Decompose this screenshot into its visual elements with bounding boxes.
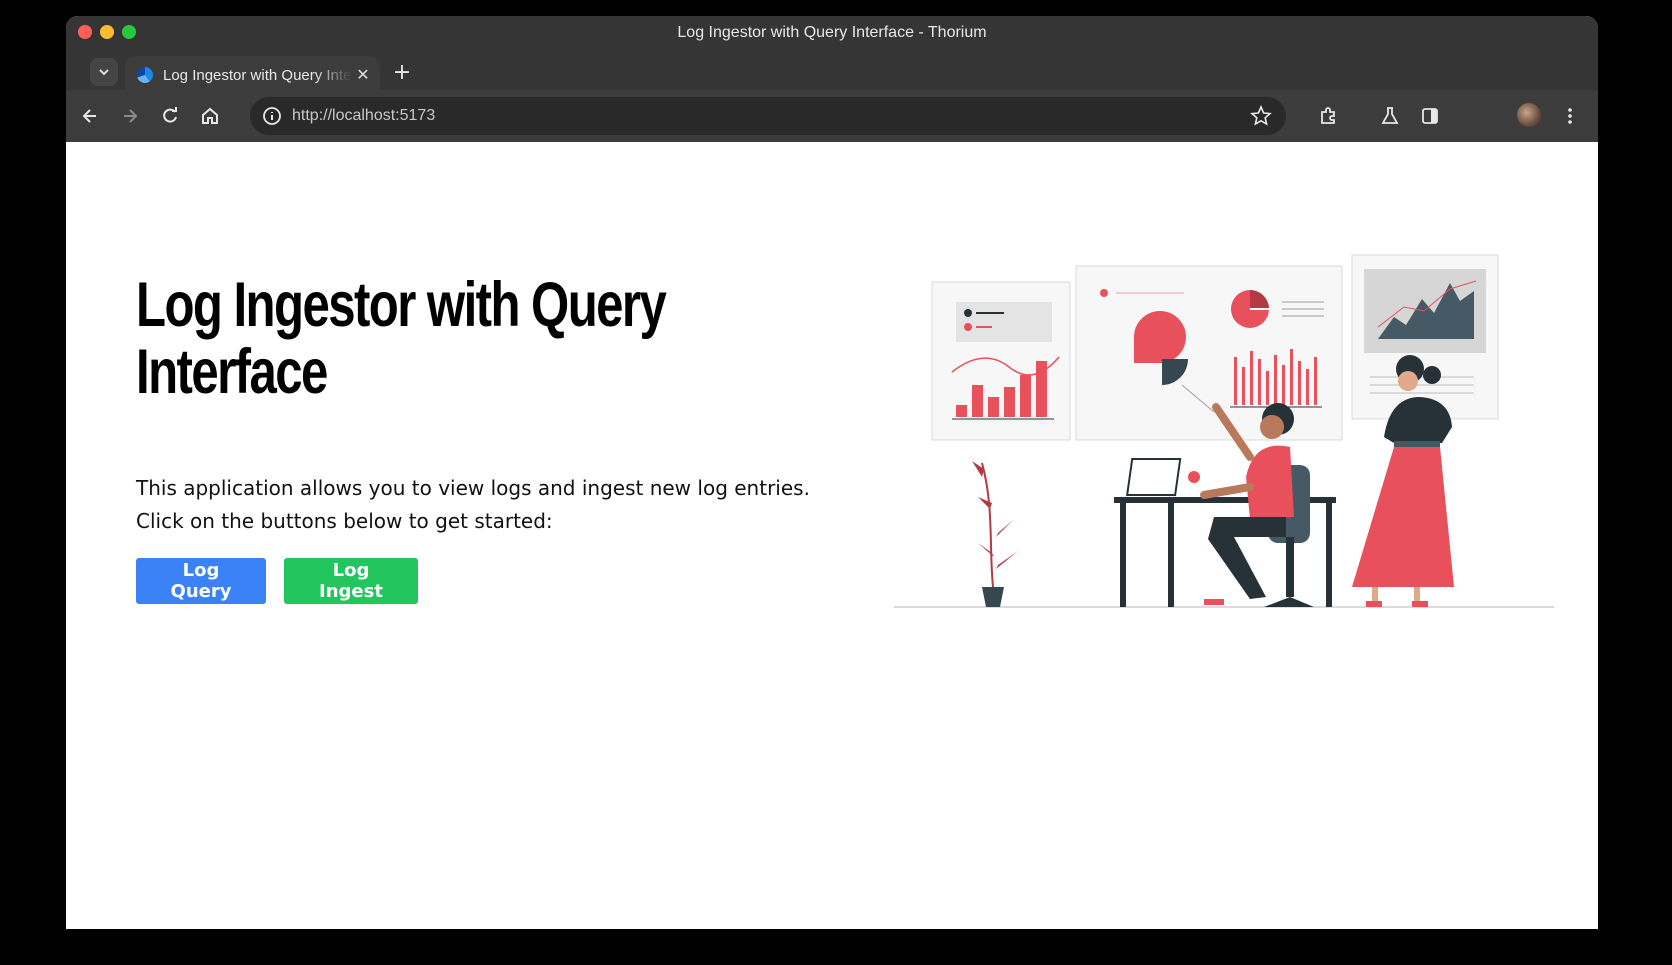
side-panel-icon	[1422, 108, 1438, 124]
reload-button[interactable]	[156, 102, 184, 130]
arrow-left-icon	[82, 109, 96, 123]
tab-bar: Log Ingestor with Query Interface ✕ +	[66, 54, 1598, 94]
tab-search-button[interactable]	[90, 58, 118, 86]
reload-icon	[163, 107, 177, 123]
labs-button[interactable]	[1376, 102, 1404, 130]
more-vertical-icon	[1568, 108, 1572, 124]
log-ingest-button[interactable]: Log Ingest	[284, 558, 418, 604]
menu-button[interactable]	[1556, 102, 1584, 130]
home-button[interactable]	[196, 102, 224, 130]
browser-toolbar: http://localhost:5173	[66, 90, 1598, 144]
bookmark-star-icon[interactable]	[1250, 105, 1272, 127]
profile-avatar[interactable]	[1517, 103, 1541, 127]
flask-icon	[1381, 107, 1399, 124]
arrow-right-icon	[124, 109, 138, 123]
page-description: This application allows you to view logs…	[136, 472, 836, 538]
back-button[interactable]	[76, 102, 104, 130]
forward-button[interactable]	[116, 102, 144, 130]
pie-chart-panel	[1075, 265, 1343, 441]
description-line-2: Click on the buttons below to get starte…	[136, 509, 553, 533]
address-bar[interactable]: http://localhost:5173	[250, 97, 1286, 135]
url-text[interactable]: http://localhost:5173	[292, 107, 1250, 125]
window-title: Log Ingestor with Query Interface - Thor…	[677, 24, 987, 41]
puzzle-icon	[1321, 107, 1335, 124]
dashboard-illustration	[894, 254, 1554, 608]
favicon-icon	[137, 67, 153, 83]
bar-chart-panel	[931, 281, 1071, 441]
title-bar: Log Ingestor with Query Interface - Thor…	[66, 16, 1598, 54]
home-icon	[202, 107, 218, 124]
side-panel-button[interactable]	[1416, 102, 1444, 130]
tab-log-ingestor[interactable]: Log Ingestor with Query Interface ✕	[125, 56, 380, 94]
new-tab-button[interactable]: +	[388, 58, 416, 86]
log-query-button[interactable]: Log Query	[136, 558, 266, 604]
page-title: Log Ingestor with Query Interface	[136, 270, 667, 407]
chevron-down-icon	[99, 69, 109, 76]
info-icon[interactable]	[262, 106, 282, 126]
extensions-button[interactable]	[1314, 102, 1342, 130]
area-chart-panel	[1351, 254, 1499, 420]
plus-icon: +	[392, 59, 412, 85]
page-content: Log Ingestor with Query Interface This a…	[66, 142, 1598, 929]
description-line-1: This application allows you to view logs…	[136, 476, 810, 500]
plant	[972, 461, 1018, 607]
close-icon[interactable]: ✕	[352, 65, 374, 85]
browser-window: Log Ingestor with Query Interface - Thor…	[66, 16, 1598, 929]
tab-label: Log Ingestor with Query Interface	[163, 66, 352, 84]
